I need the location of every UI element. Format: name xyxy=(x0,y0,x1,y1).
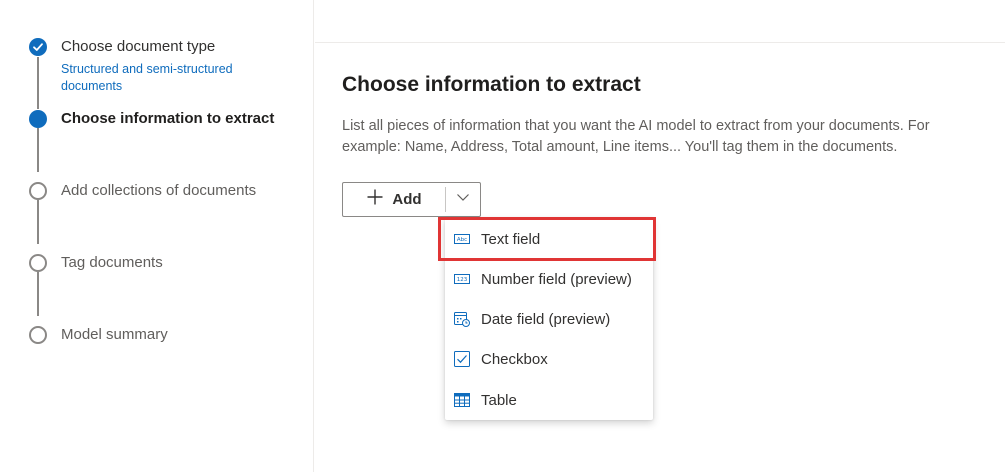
step-add-collections[interactable]: Add collections of documents xyxy=(61,182,256,200)
add-button[interactable]: Add xyxy=(343,183,445,216)
menu-item-label: Date field (preview) xyxy=(481,310,611,328)
number-field-icon: 123 xyxy=(454,271,470,287)
text-field-icon: Abc xyxy=(454,231,470,247)
step-choose-information[interactable]: Choose information to extract xyxy=(61,110,274,128)
step-choose-document-type[interactable]: Choose document type xyxy=(61,38,215,56)
step-current-icon xyxy=(29,110,47,128)
top-bar xyxy=(315,0,1005,43)
chevron-down-icon xyxy=(456,190,470,209)
step-connector xyxy=(37,272,39,316)
step-connector xyxy=(37,128,39,172)
page-title: Choose information to extract xyxy=(342,73,641,96)
menu-item-label: Checkbox xyxy=(481,350,548,368)
page-description: List all pieces of information that you … xyxy=(342,118,930,155)
step-pending-icon xyxy=(29,326,47,344)
step-pending-icon xyxy=(29,254,47,272)
menu-item-number-field[interactable]: 123 Number field (preview) xyxy=(445,259,653,299)
table-icon xyxy=(454,392,470,408)
calendar-icon xyxy=(454,311,470,327)
step-tag-documents[interactable]: Tag documents xyxy=(61,254,163,272)
step-sublabel[interactable]: Structured and semi-structured documents xyxy=(61,61,281,95)
add-dropdown-toggle[interactable] xyxy=(446,183,480,216)
wizard-stepper: Choose document type Structured and semi… xyxy=(0,0,314,472)
menu-item-label: Text field xyxy=(481,230,541,248)
menu-item-label: Number field (preview) xyxy=(481,270,632,288)
step-connector xyxy=(37,57,39,109)
step-complete-icon xyxy=(29,38,47,56)
add-split-button: Add xyxy=(342,182,481,217)
svg-text:Abc: Abc xyxy=(457,237,467,243)
add-button-label: Add xyxy=(392,191,422,208)
svg-text:123: 123 xyxy=(457,277,468,283)
menu-item-text-field[interactable]: Abc Text field xyxy=(445,219,653,259)
step-connector xyxy=(37,200,39,244)
menu-item-date-field[interactable]: Date field (preview) xyxy=(445,299,653,339)
checkbox-icon xyxy=(454,351,470,367)
step-pending-icon xyxy=(29,182,47,200)
menu-item-label: Table xyxy=(481,391,517,409)
add-field-menu: Abc Text field 123 Number field (preview… xyxy=(445,218,653,420)
menu-item-table[interactable]: Table xyxy=(445,380,653,420)
plus-icon xyxy=(366,188,384,211)
step-model-summary[interactable]: Model summary xyxy=(61,326,168,344)
menu-item-checkbox[interactable]: Checkbox xyxy=(445,339,653,379)
